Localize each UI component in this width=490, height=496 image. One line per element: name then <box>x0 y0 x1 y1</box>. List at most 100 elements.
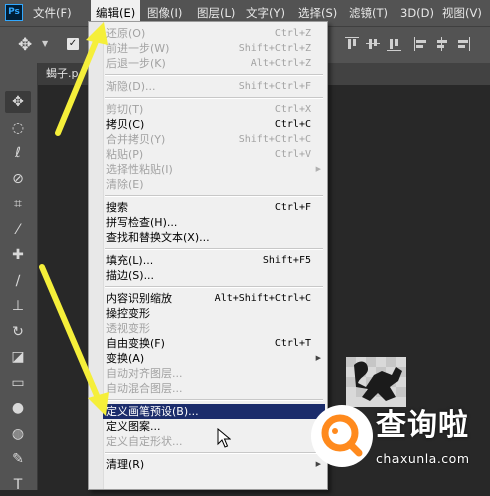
menu-item-label: 变换(A) <box>106 352 145 365</box>
history-brush-icon[interactable]: ↻ <box>5 321 31 343</box>
marquee-icon[interactable]: ◌ <box>5 117 31 139</box>
menu-item-13[interactable]: 搜索 Ctrl+F <box>103 200 325 215</box>
menu-item-label: 查找和替换文本(X)... <box>106 231 210 244</box>
stamp-icon[interactable]: ⊥ <box>5 295 31 317</box>
menu-item-20[interactable]: 内容识别缩放 Alt+Shift+Ctrl+C <box>103 291 325 306</box>
menu-item-6[interactable]: 滤镜(T) <box>344 0 393 26</box>
menu-item-11[interactable]: 清除(E) <box>103 177 325 192</box>
menu-item-shortcut: Ctrl+C <box>274 119 311 130</box>
menu-item-29[interactable]: 定义图案... <box>103 419 325 434</box>
menu-item-24[interactable]: 变换(A) ▶ <box>103 351 325 366</box>
align-hcenter-icon[interactable] <box>435 37 449 51</box>
gradient-icon[interactable]: ▭ <box>5 372 31 394</box>
move-icon[interactable]: ✥ <box>5 91 31 113</box>
menu-item-25[interactable]: 自动对齐图层... <box>103 366 325 381</box>
menu-item-30[interactable]: 定义自定形状... <box>103 434 325 449</box>
menu-item-17[interactable]: 填充(L)... Shift+F5 <box>103 253 325 268</box>
menu-item-shortcut: Ctrl+T <box>274 338 311 349</box>
menu-separator <box>105 74 323 76</box>
quick-select-icon[interactable]: ⊘ <box>5 168 31 190</box>
menu-separator <box>105 399 323 401</box>
menu-item-shortcut: Shift+Ctrl+Z <box>238 43 311 54</box>
auto-select-checkbox[interactable]: ✓ <box>67 38 79 50</box>
photoshop-logo: Ps <box>5 4 23 21</box>
scorpion-artwork <box>346 357 406 407</box>
menu-item-4[interactable]: 渐隐(D)... Shift+Ctrl+F <box>103 79 325 94</box>
menu-item-15[interactable]: 查找和替换文本(X)... <box>103 230 325 245</box>
menu-item-14[interactable]: 拼写检查(H)... <box>103 215 325 230</box>
blur-icon[interactable]: ● <box>5 397 31 419</box>
menu-item-label: 自由变换(F) <box>106 337 165 350</box>
menu-item-shortcut: Ctrl+V <box>274 149 311 160</box>
mouse-cursor-icon <box>217 428 231 448</box>
menu-item-label: 搜索 <box>106 201 128 214</box>
search-icon <box>321 414 363 457</box>
menu-separator <box>105 248 323 250</box>
menu-item-32[interactable]: 清理(R) ▶ <box>103 457 325 472</box>
menu-item-label: 前进一步(W) <box>106 42 170 55</box>
align-left-icon[interactable] <box>414 37 428 51</box>
menu-item-18[interactable]: 描边(S)... <box>103 268 325 283</box>
menu-item-label: 渐隐(D)... <box>106 80 156 93</box>
menu-item-label: 剪切(T) <box>106 103 144 116</box>
menu-item-label: 定义图案... <box>106 420 161 433</box>
submenu-arrow-icon: ▶ <box>315 165 321 173</box>
type-icon[interactable]: T <box>5 474 31 496</box>
crop-icon[interactable]: ⌗ <box>5 193 31 215</box>
menu-item-label: 后退一步(K) <box>106 57 166 70</box>
menu-item-21[interactable]: 操控变形 <box>103 306 325 321</box>
align-bottom-icon[interactable] <box>387 37 401 51</box>
menu-item-label: 自动混合图层... <box>106 382 183 395</box>
menu-item-0[interactable]: 文件(F) <box>28 0 77 26</box>
healing-icon[interactable]: ✚ <box>5 244 31 266</box>
menu-item-8[interactable]: 视图(V) <box>437 0 487 26</box>
menu-item-28[interactable]: 定义画笔预设(B)... <box>103 404 325 419</box>
menu-item-2[interactable]: 后退一步(K) Alt+Ctrl+Z <box>103 56 325 71</box>
menu-item-7[interactable]: 拷贝(C) Ctrl+C <box>103 117 325 132</box>
menu-item-label: 还原(O) <box>106 27 146 40</box>
menu-item-6[interactable]: 剪切(T) Ctrl+X <box>103 102 325 117</box>
eraser-icon[interactable]: ◪ <box>5 346 31 368</box>
menu-item-shortcut: Ctrl+F <box>274 202 311 213</box>
dodge-icon[interactable]: ◍ <box>5 423 31 445</box>
menu-item-label: 选择性粘贴(I) <box>106 163 173 176</box>
menu-item-10[interactable]: 选择性粘贴(I) ▶ <box>103 162 325 177</box>
brush-icon[interactable]: ∕ <box>5 270 31 292</box>
watermark-logo <box>311 405 373 467</box>
menu-item-0[interactable]: 还原(O) Ctrl+Z <box>103 26 325 41</box>
document-tab[interactable]: 蝎子.p <box>38 63 88 85</box>
menu-item-label: 内容识别缩放 <box>106 292 172 305</box>
menu-separator <box>105 286 323 288</box>
menu-item-shortcut: Ctrl+Z <box>274 28 311 39</box>
menu-item-9[interactable]: 粘贴(P) Ctrl+V <box>103 147 325 162</box>
menu-item-label: 定义画笔预设(B)... <box>106 405 199 418</box>
lasso-icon[interactable]: ℓ <box>5 142 31 164</box>
menu-separator <box>105 452 323 454</box>
menu-item-label: 操控变形 <box>106 307 150 320</box>
menu-item-label: 自动对齐图层... <box>106 367 183 380</box>
menu-item-label: 清除(E) <box>106 178 144 191</box>
menu-item-8[interactable]: 合并拷贝(Y) Shift+Ctrl+C <box>103 132 325 147</box>
chevron-down-icon[interactable]: ▼ <box>42 39 48 48</box>
eyedropper-icon[interactable]: ⁄ <box>5 219 31 241</box>
menu-item-label: 合并拷贝(Y) <box>106 133 166 146</box>
menu-item-label: 定义自定形状... <box>106 435 183 448</box>
menu-item-shortcut: Alt+Shift+Ctrl+C <box>214 293 311 304</box>
menu-item-label: 透视变形 <box>106 322 150 335</box>
menu-item-label: 填充(L)... <box>106 254 154 267</box>
menu-item-23[interactable]: 自由变换(F) Ctrl+T <box>103 336 325 351</box>
align-right-icon[interactable] <box>456 37 470 51</box>
align-top-icon[interactable] <box>345 37 359 51</box>
menu-item-1[interactable]: 前进一步(W) Shift+Ctrl+Z <box>103 41 325 56</box>
pen-icon[interactable]: ✎ <box>5 448 31 470</box>
menu-item-22[interactable]: 透视变形 <box>103 321 325 336</box>
menu-item-26[interactable]: 自动混合图层... <box>103 381 325 396</box>
menu-item-7[interactable]: 3D(D) <box>395 0 439 26</box>
move-tool-icon[interactable]: ✥ <box>18 35 32 55</box>
menu-item-shortcut: Alt+Ctrl+Z <box>250 58 311 69</box>
menu-separator <box>105 195 323 197</box>
align-vcenter-icon[interactable] <box>366 37 380 51</box>
menu-item-label: 描边(S)... <box>106 269 155 282</box>
watermark-domain: chaxunla.com <box>376 451 470 466</box>
menu-item-shortcut: Shift+Ctrl+F <box>238 81 311 92</box>
